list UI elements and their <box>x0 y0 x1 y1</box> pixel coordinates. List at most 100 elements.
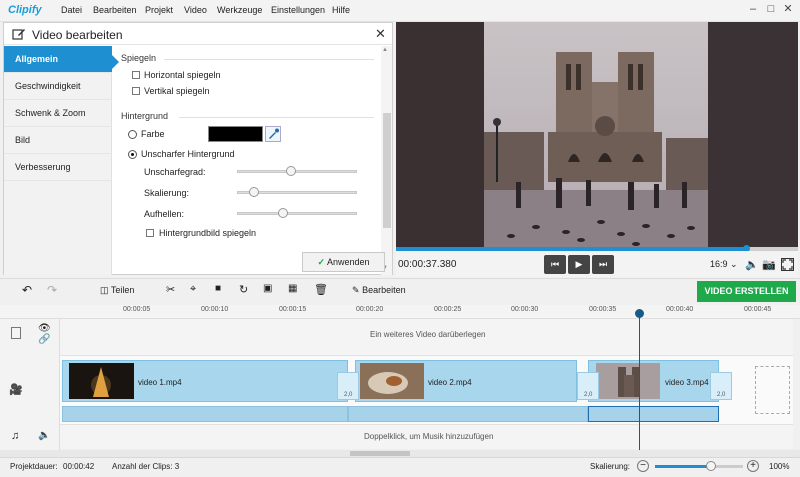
edit-sidenav: Allgemein Geschwindigkeit Schwenk & Zoom… <box>4 46 112 275</box>
duration-label: Projektdauer: <box>10 462 58 471</box>
zoom-out-icon[interactable]: − <box>637 460 649 472</box>
audio-waveform-2[interactable] <box>348 406 588 422</box>
audio-waveform-1[interactable] <box>62 406 348 422</box>
edit-button[interactable]: ✎ Bearbeiten <box>352 285 406 296</box>
mirror-vertical-checkbox[interactable] <box>132 87 140 95</box>
tick-label: 00:00:15 <box>279 306 307 313</box>
brighten-slider-track[interactable] <box>237 212 357 215</box>
blur-slider-knob[interactable] <box>286 166 296 176</box>
bg-color-radio[interactable] <box>128 130 137 139</box>
skip-back-icon[interactable]: ⏮ <box>544 255 566 274</box>
mirror-horizontal-label: Horizontal spiegeln <box>144 70 221 80</box>
clip-count: Anzahl der Clips: 3 <box>112 462 180 471</box>
fullscreen-icon[interactable] <box>781 258 794 271</box>
nav-allgemein[interactable]: Allgemein <box>4 46 112 73</box>
zoom-value: 100% <box>769 462 790 471</box>
nav-bild[interactable]: Bild <box>4 127 112 154</box>
divider <box>179 117 374 118</box>
menu-hilfe[interactable]: Hilfe <box>332 5 350 15</box>
add-clip-icon[interactable]: ▦ <box>288 283 297 294</box>
clip-3-thumbnail <box>596 363 660 399</box>
menu-video[interactable]: Video <box>184 5 207 15</box>
mirror-horizontal-checkbox[interactable] <box>132 71 140 79</box>
bg-blur-label: Unscharfer Hintergrund <box>141 149 235 159</box>
color-swatch[interactable] <box>208 126 263 142</box>
minimize-icon[interactable]: – <box>746 2 760 16</box>
visibility-eye-icon[interactable]: 👁 <box>38 323 51 334</box>
export-button[interactable]: VIDEO ERSTELLEN <box>697 281 796 302</box>
clip-1-thumbnail <box>69 363 134 399</box>
menu-einstellungen[interactable]: Einstellungen <box>271 5 325 15</box>
brighten-slider-knob[interactable] <box>277 208 288 218</box>
bg-mirror-checkbox[interactable] <box>146 229 154 237</box>
chevron-down-icon: ⌄ <box>730 259 738 269</box>
tick-label: 00:00:45 <box>744 306 772 313</box>
zoom-clip-icon[interactable]: ▣ <box>263 283 272 294</box>
close-panel-icon[interactable]: ✕ <box>375 26 386 42</box>
playback-time: 00:00:37.380 <box>398 259 457 270</box>
panel-scroll-thumb[interactable] <box>383 113 391 228</box>
divider <box>164 59 374 60</box>
mirror-section-title: Spiegeln <box>121 53 157 63</box>
stop-icon[interactable]: ■ <box>215 283 221 294</box>
tick-label: 00:00:40 <box>666 306 694 313</box>
zoom-slider-knob[interactable] <box>706 461 716 471</box>
tick-label: 00:00:05 <box>123 306 151 313</box>
video-preview[interactable] <box>396 22 798 248</box>
preview-frame <box>396 22 798 248</box>
mirror-vertical-label: Vertikal spiegeln <box>144 86 210 96</box>
redo-icon[interactable]: ↷ <box>47 283 57 297</box>
blur-level-label: Unscharfegrad: <box>144 167 206 177</box>
edit-panel-title: Video bearbeiten <box>32 28 123 42</box>
nav-geschwindigkeit[interactable]: Geschwindigkeit <box>4 73 112 100</box>
crop-icon[interactable]: ⌖ <box>190 283 196 296</box>
menu-bearbeiten[interactable]: Bearbeiten <box>93 5 137 15</box>
bg-color-label: Farbe <box>141 129 165 139</box>
eyedropper-icon[interactable] <box>265 126 281 142</box>
brighten-label: Aufhellen: <box>144 209 185 219</box>
close-window-icon[interactable]: ✕ <box>781 2 795 16</box>
transition-2-duration: 2,0 <box>584 392 593 398</box>
speaker-icon[interactable]: 🔈 <box>38 430 50 441</box>
edit-label: Bearbeiten <box>362 285 406 295</box>
tick-label: 00:00:35 <box>589 306 617 313</box>
tick-label: 00:00:25 <box>434 306 462 313</box>
clip-2-thumbnail <box>360 363 424 399</box>
bg-blur-radio[interactable] <box>128 150 137 159</box>
tick-label: 00:00:10 <box>201 306 229 313</box>
zoom-in-icon[interactable]: + <box>747 460 759 472</box>
blur-slider-track[interactable] <box>237 170 357 173</box>
apply-button[interactable]: ✓ Anwenden <box>302 252 385 272</box>
menu-projekt[interactable]: Projekt <box>145 5 173 15</box>
video-track-icon: 🎥 <box>9 384 23 396</box>
timeline-scroll-thumb[interactable] <box>350 451 410 456</box>
aspect-ratio-select[interactable]: 16:9 ⌄ <box>710 259 738 270</box>
split-button[interactable]: ◫ Teilen <box>100 285 134 296</box>
playhead-handle[interactable] <box>635 309 644 318</box>
edit-panel-header: Video bearbeiten ✕ <box>4 23 392 45</box>
maximize-icon[interactable]: □ <box>764 2 778 16</box>
play-icon[interactable]: ▶ <box>568 255 590 274</box>
undo-icon[interactable]: ↶ <box>22 283 32 297</box>
menu-werkzeuge[interactable]: Werkzeuge <box>217 5 262 15</box>
nav-active-pointer <box>112 55 119 69</box>
nav-schwenk-zoom[interactable]: Schwenk & Zoom <box>4 100 112 127</box>
audio-waveform-3[interactable] <box>588 406 719 422</box>
overlay-track-icon <box>11 327 21 339</box>
background-section-title: Hintergrund <box>121 111 169 121</box>
aspect-ratio-value: 16:9 <box>710 259 728 269</box>
delete-icon[interactable]: 🗑 <box>314 283 328 296</box>
cut-icon[interactable]: ✂ <box>166 283 175 296</box>
skip-forward-icon[interactable]: ⏭ <box>592 255 614 274</box>
rotate-icon[interactable]: ↻ <box>239 283 248 296</box>
link-icon[interactable]: 🔗 <box>38 334 50 345</box>
menu-datei[interactable]: Datei <box>61 5 82 15</box>
scroll-up-icon[interactable]: ▲ <box>382 47 388 53</box>
scale-slider-knob[interactable] <box>248 187 259 197</box>
volume-icon[interactable]: 🔈 <box>745 258 759 271</box>
add-clip-dropzone[interactable] <box>755 366 790 414</box>
edit-icon <box>12 29 25 40</box>
zoom-slider-fill <box>655 465 710 468</box>
nav-verbesserung[interactable]: Verbesserung <box>4 154 112 181</box>
snapshot-icon[interactable]: 📷 <box>762 258 776 271</box>
